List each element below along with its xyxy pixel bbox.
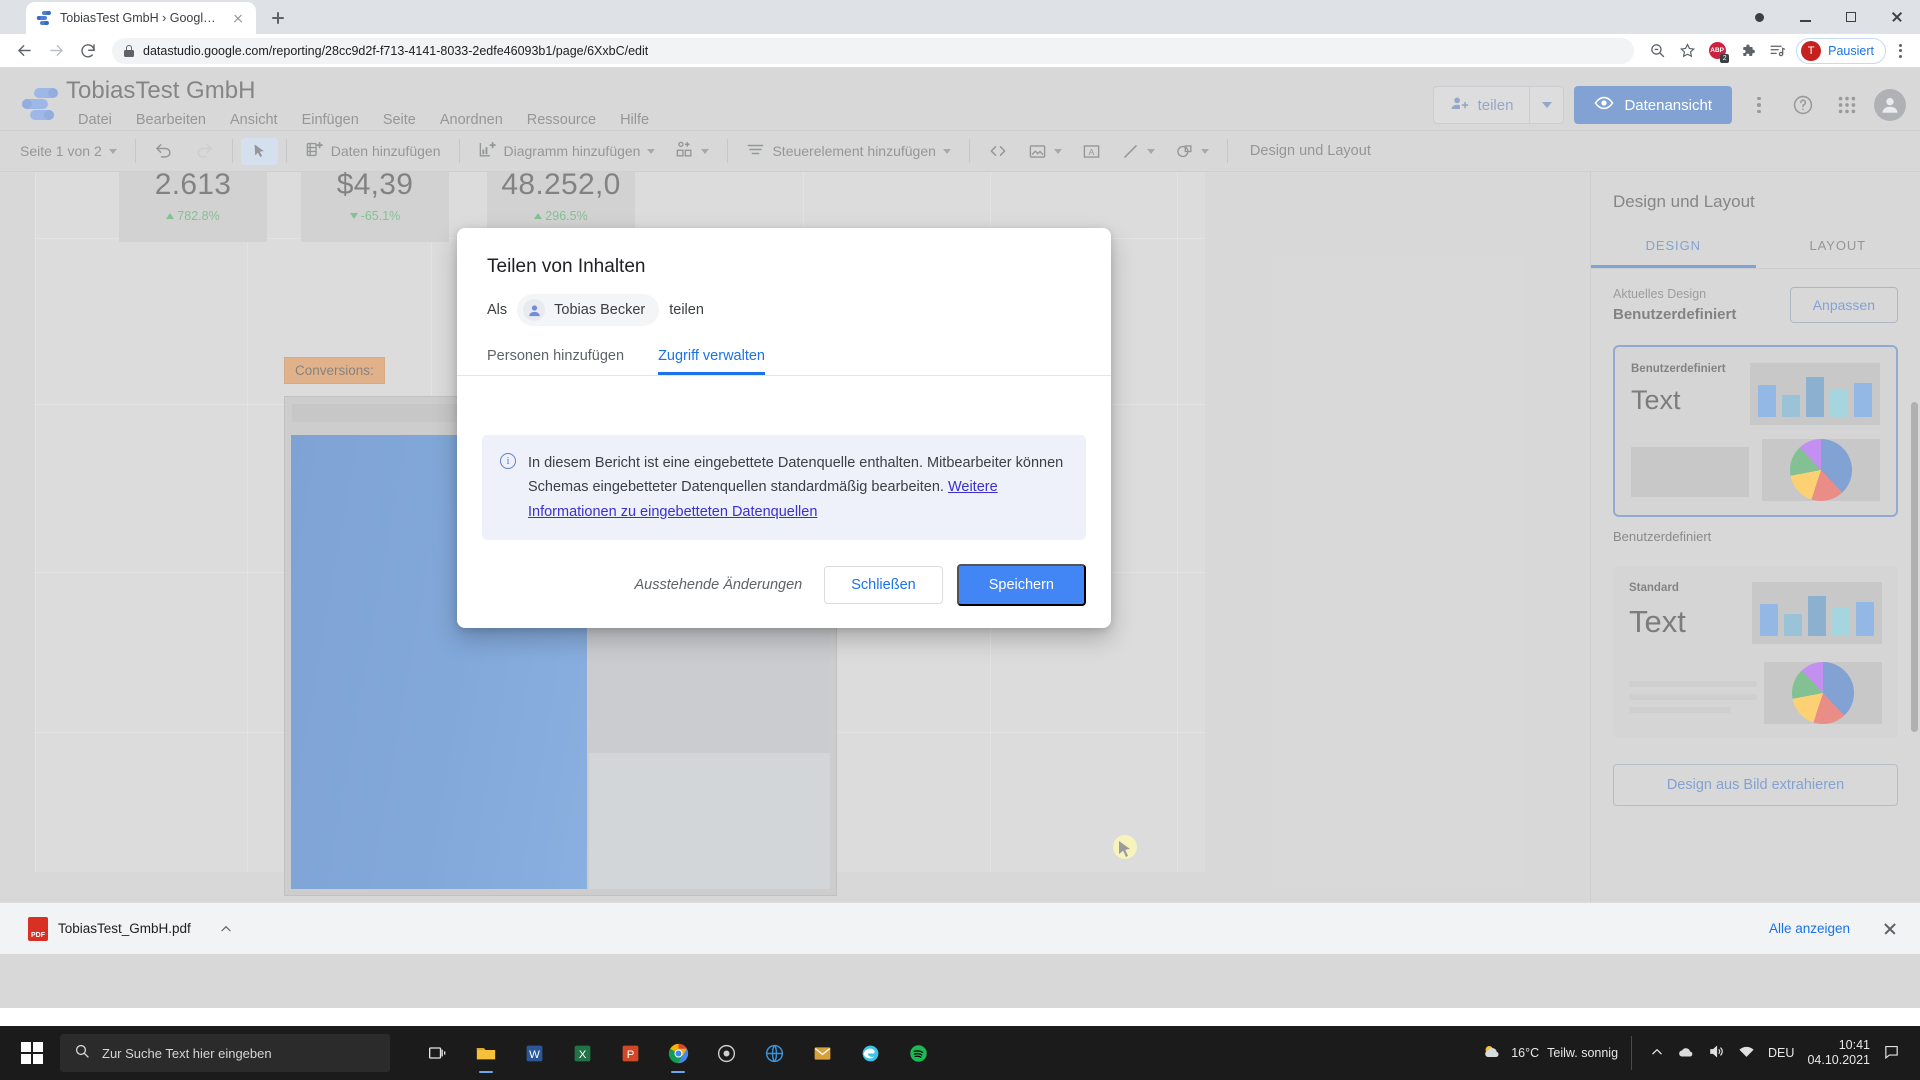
- address-bar[interactable]: datastudio.google.com/reporting/28cc9d2f…: [112, 37, 1635, 64]
- download-menu-icon[interactable]: [213, 916, 239, 942]
- info-circle-icon: i: [500, 452, 516, 469]
- tab-add-people[interactable]: Personen hinzufügen: [487, 348, 624, 375]
- share-as-user-name: Tobias Becker: [554, 302, 646, 318]
- notification-icon[interactable]: [1883, 1043, 1900, 1063]
- profile-button[interactable]: T Pausiert: [1796, 37, 1886, 64]
- lock-icon: [124, 44, 134, 57]
- pdf-file-icon: PDF: [28, 916, 48, 941]
- clock-time: 10:41: [1838, 1038, 1870, 1052]
- windows-taskbar: Zur Suche Text hier eingeben W X P 16°C …: [0, 1026, 1920, 1080]
- volume-icon[interactable]: [1708, 1043, 1725, 1063]
- dialog-tabs: Personen hinzufügen Zugriff verwalten: [457, 326, 1111, 376]
- svg-text:X: X: [578, 1048, 586, 1060]
- excel-icon[interactable]: X: [560, 1031, 604, 1075]
- weather-text: Teilw. sonnig: [1547, 1046, 1619, 1060]
- chrome-icon[interactable]: [656, 1031, 700, 1075]
- task-view-icon[interactable]: [416, 1031, 460, 1075]
- puzzle-icon[interactable]: [1732, 36, 1762, 66]
- notice-line-2: Schemas eingebetteter Datenquellen stand…: [528, 479, 944, 495]
- network-icon[interactable]: [1738, 1043, 1755, 1063]
- notice-line-1: In diesem Bericht ist eine eingebettete …: [528, 454, 1064, 471]
- spotify-icon[interactable]: [896, 1031, 940, 1075]
- share-dialog: Teilen von Inhalten Als Tobias Becker te…: [457, 228, 1111, 628]
- file-explorer-icon[interactable]: [464, 1031, 508, 1075]
- download-item[interactable]: PDF TobiasTest_GmbH.pdf: [18, 911, 201, 947]
- search-zoom-icon[interactable]: [1642, 36, 1672, 66]
- language-indicator[interactable]: DEU: [1768, 1046, 1794, 1060]
- share-as-row: Als Tobias Becker teilen: [457, 278, 1111, 326]
- window-maximize-button[interactable]: [1828, 0, 1874, 34]
- outlook-icon[interactable]: [800, 1031, 844, 1075]
- window-minimize-button[interactable]: [1782, 0, 1828, 34]
- close-button[interactable]: Schließen: [824, 566, 943, 604]
- tab-manage-access[interactable]: Zugriff verwalten: [658, 348, 765, 375]
- windows-start-icon[interactable]: [6, 1026, 58, 1080]
- taskbar-clock[interactable]: 10:41 04.10.2021: [1807, 1038, 1870, 1068]
- browser-icon[interactable]: [752, 1031, 796, 1075]
- weather-temp: 16°C: [1511, 1046, 1540, 1060]
- window-close-button[interactable]: [1874, 0, 1920, 34]
- system-tray: 16°C Teilw. sonnig DEU 10:41 04.10.2021: [1481, 1036, 1914, 1070]
- dialog-body: i In diesem Bericht ist eine eingebettet…: [457, 376, 1111, 548]
- clock-date: 04.10.2021: [1807, 1053, 1870, 1067]
- media-icon[interactable]: [704, 1031, 748, 1075]
- user-avatar-icon: [523, 299, 546, 321]
- dialog-footer: Ausstehende Änderungen Schließen Speiche…: [457, 548, 1111, 628]
- pending-changes-label: Ausstehende Änderungen: [634, 577, 803, 593]
- browser-toolbar: datastudio.google.com/reporting/28cc9d2f…: [0, 34, 1920, 68]
- tray-chevron-up-icon[interactable]: [1650, 1045, 1664, 1062]
- window-extra-button[interactable]: [1736, 0, 1782, 34]
- show-all-downloads-button[interactable]: Alle anzeigen: [1757, 915, 1862, 942]
- share-as-suffix: teilen: [669, 302, 704, 318]
- taskbar-search-placeholder: Zur Suche Text hier eingeben: [102, 1045, 272, 1061]
- browser-tab[interactable]: TobiasTest GmbH › Google Ads: [26, 2, 256, 34]
- browser-menu-icon[interactable]: [1886, 37, 1914, 65]
- dialog-title: Teilen von Inhalten: [487, 256, 646, 277]
- search-icon: [74, 1043, 90, 1064]
- adblock-count: 2: [1720, 53, 1730, 63]
- onedrive-icon[interactable]: [1677, 1043, 1695, 1064]
- profile-avatar: T: [1801, 40, 1822, 61]
- save-button[interactable]: Speichern: [956, 564, 1086, 606]
- embedded-datasource-notice: i In diesem Bericht ist eine eingebettet…: [482, 434, 1086, 540]
- weather-widget[interactable]: 16°C Teilw. sonnig: [1481, 1041, 1618, 1066]
- taskbar-apps: W X P: [416, 1031, 940, 1075]
- adblock-plus-icon[interactable]: ABP 2: [1702, 36, 1732, 66]
- powerpoint-icon[interactable]: P: [608, 1031, 652, 1075]
- profile-label: Pausiert: [1828, 43, 1874, 58]
- downloads-bar-actions: Alle anzeigen: [1757, 915, 1902, 942]
- close-downloads-icon[interactable]: [1878, 917, 1902, 941]
- taskbar-search-input[interactable]: Zur Suche Text hier eingeben: [60, 1034, 390, 1072]
- window-controls: [1736, 0, 1920, 34]
- back-icon[interactable]: [8, 35, 40, 67]
- link-part-2: Informationen zu eingebetteten Datenquel…: [528, 503, 818, 520]
- reload-icon[interactable]: [72, 35, 104, 67]
- svg-text:P: P: [626, 1048, 634, 1060]
- browser-tab-title: TobiasTest GmbH › Google Ads: [60, 11, 222, 25]
- svg-text:W: W: [529, 1048, 540, 1060]
- new-tab-button[interactable]: [264, 4, 292, 32]
- browser-actions: ABP 2 T Pausiert: [1642, 36, 1920, 66]
- forward-icon[interactable]: [40, 35, 72, 67]
- link-part-1: Weitere: [947, 479, 998, 495]
- close-tab-icon[interactable]: [230, 10, 246, 26]
- data-studio-app: TobiasTest GmbH Datei Bearbeiten Ansicht…: [0, 68, 1920, 1008]
- edge-icon[interactable]: [848, 1031, 892, 1075]
- share-as-user-chip[interactable]: Tobias Becker: [517, 294, 660, 326]
- downloads-bar: PDF TobiasTest_GmbH.pdf Alle anzeigen: [0, 902, 1920, 954]
- notice-text: In diesem Bericht ist eine eingebettete …: [528, 451, 1068, 525]
- share-as-prefix: Als: [487, 302, 508, 318]
- reading-list-icon[interactable]: [1762, 36, 1792, 66]
- partly-cloudy-icon: [1481, 1041, 1503, 1066]
- download-file-name: TobiasTest_GmbH.pdf: [58, 921, 191, 936]
- data-studio-favicon: [36, 10, 52, 26]
- word-icon[interactable]: W: [512, 1031, 556, 1075]
- browser-tab-strip: TobiasTest GmbH › Google Ads: [0, 0, 1920, 34]
- star-icon[interactable]: [1672, 36, 1702, 66]
- address-bar-url: datastudio.google.com/reporting/28cc9d2f…: [143, 43, 649, 58]
